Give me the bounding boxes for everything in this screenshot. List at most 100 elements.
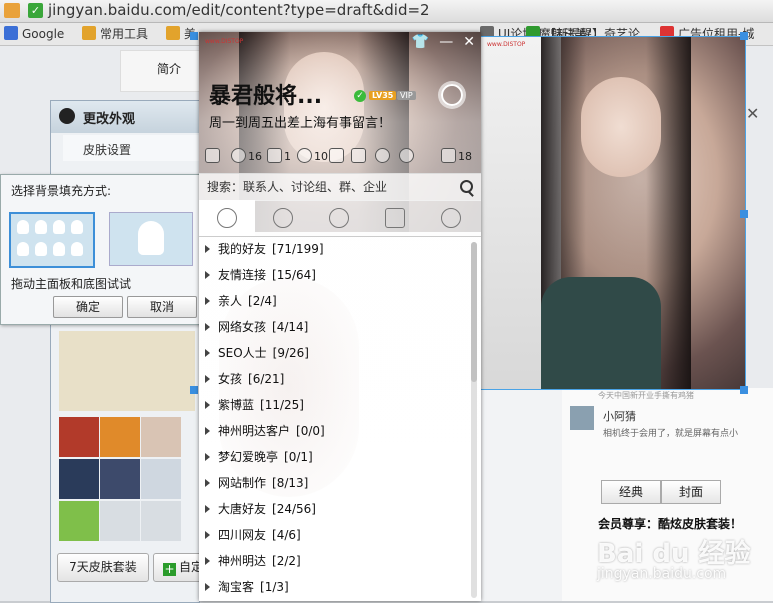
bookmark-tools[interactable]: 常用工具 xyxy=(82,26,148,42)
nickname[interactable]: 暴君般将... xyxy=(209,78,322,110)
contact-group-row[interactable]: 大唐好友 [24/56] xyxy=(205,498,316,520)
resize-handle[interactable] xyxy=(740,210,748,218)
contact-group-row[interactable]: 四川网友 [4/6] xyxy=(205,524,301,546)
url-text[interactable]: jingyan.baidu.com/edit/content?type=draf… xyxy=(48,1,430,19)
contact-group-row[interactable]: 友情连接 [15/64] xyxy=(205,264,316,286)
skin-thumb-bridge[interactable] xyxy=(100,459,140,499)
close-icon[interactable]: ✕ xyxy=(746,104,759,123)
tab-skin-settings[interactable]: 皮肤设置 xyxy=(63,135,199,161)
bookmark-google[interactable]: Google xyxy=(4,26,64,42)
tab-classic[interactable]: 经典 xyxy=(601,480,661,504)
group-name: 网络女孩 xyxy=(218,320,267,334)
expand-arrow-icon[interactable] xyxy=(205,427,210,435)
skin-image-preview[interactable]: www.DISTOP xyxy=(480,36,746,390)
shopping-cart-icon[interactable] xyxy=(329,148,346,166)
expand-arrow-icon[interactable] xyxy=(205,271,210,279)
contact-group-row[interactable]: 紫博蓝 [11/25] xyxy=(205,394,304,416)
tab-cover[interactable]: 封面 xyxy=(661,480,721,504)
cancel-button[interactable]: 取消 xyxy=(127,296,197,318)
minimize-icon[interactable]: — xyxy=(439,34,453,50)
group-count: [2/2] xyxy=(272,554,301,568)
tab-contacts[interactable] xyxy=(199,200,255,236)
contact-group-row[interactable]: 网站制作 [8/13] xyxy=(205,472,308,494)
expand-arrow-icon[interactable] xyxy=(205,349,210,357)
wallet-icon[interactable] xyxy=(351,148,368,166)
contact-group-row[interactable]: 我的好友 [71/199] xyxy=(205,238,324,260)
resize-handle[interactable] xyxy=(740,32,748,40)
fill-mode-hint: 拖动主面板和底图试试 xyxy=(11,277,132,291)
vip-promo-text[interactable]: 会员尊享：酷炫皮肤套装！ xyxy=(598,515,742,532)
skin-preview-cartoon[interactable] xyxy=(59,331,195,411)
tab-discussions[interactable] xyxy=(367,200,423,236)
custom-skin-button[interactable]: + 自定 xyxy=(153,553,203,582)
group-name: 紫博蓝 xyxy=(218,398,255,412)
resize-handle[interactable] xyxy=(740,386,748,394)
star-icon[interactable] xyxy=(205,148,222,166)
contact-group-row[interactable]: 女孩 [6/21] xyxy=(205,368,284,390)
tab-favorites[interactable] xyxy=(255,200,311,236)
resize-handle[interactable] xyxy=(190,32,198,40)
fill-option-stretch[interactable] xyxy=(109,212,193,266)
group-count: [71/199] xyxy=(272,242,324,256)
page-tab-intro[interactable]: 简介 xyxy=(120,50,202,92)
money-bag-icon[interactable] xyxy=(375,148,392,166)
qzone-icon[interactable]: 16 xyxy=(231,148,262,166)
close-icon[interactable]: ✕ xyxy=(463,34,475,50)
skin-shirt-icon[interactable]: 👕 xyxy=(412,34,429,50)
browser-address-bar[interactable]: ✓ jingyan.baidu.com/edit/content?type=dr… xyxy=(0,0,773,23)
expand-arrow-icon[interactable] xyxy=(205,531,210,539)
folder-icon xyxy=(82,26,96,40)
skin-thumb-empty[interactable] xyxy=(141,501,181,541)
scrollbar-thumb[interactable] xyxy=(471,242,477,382)
expand-arrow-icon[interactable] xyxy=(205,245,210,253)
mail-icon[interactable]: 1 xyxy=(267,148,291,166)
group-count: [4/14] xyxy=(272,320,309,334)
skin-thumb-sunset[interactable] xyxy=(100,417,140,457)
search-icon[interactable] xyxy=(460,180,473,193)
signature[interactable]: 周一到周五出差上海有事留言！ xyxy=(209,112,391,131)
contact-group-row[interactable]: 梦幻爱晚亭 [0/1] xyxy=(205,446,313,468)
expand-arrow-icon[interactable] xyxy=(205,323,210,331)
vip-badge[interactable]: VIP xyxy=(397,91,416,100)
resize-handle[interactable] xyxy=(190,386,198,394)
tenpay-icon[interactable]: 10 xyxy=(297,148,328,166)
expand-arrow-icon[interactable] xyxy=(205,375,210,383)
online-status-icon[interactable]: ✓ xyxy=(354,90,366,102)
skin-thumb-grass[interactable] xyxy=(59,501,99,541)
skin-thumb-city[interactable] xyxy=(59,459,99,499)
qq-penguin-icon xyxy=(59,108,75,124)
message-box-icon[interactable]: 18 xyxy=(441,148,472,166)
skin-thumb-empty[interactable] xyxy=(141,459,181,499)
contact-group-row[interactable]: 神州明达 [2/2] xyxy=(205,550,301,572)
navigation-icon[interactable] xyxy=(399,148,416,166)
level-badge[interactable]: LV35 xyxy=(369,91,397,100)
qq-brand: www.DISTOP xyxy=(205,38,244,45)
weather-sun-icon[interactable] xyxy=(441,84,463,106)
expand-arrow-icon[interactable] xyxy=(205,401,210,409)
expand-arrow-icon[interactable] xyxy=(205,479,210,487)
contact-group-row[interactable]: SEO人士 [9/26] xyxy=(205,342,309,364)
skin-thumb-empty[interactable] xyxy=(100,501,140,541)
skin-dialog-header: 更改外观 xyxy=(51,101,199,133)
contact-group-row[interactable]: 亲人 [2/4] xyxy=(205,290,277,312)
expand-arrow-icon[interactable] xyxy=(205,453,210,461)
skin-dialog-title: 更改外观 xyxy=(83,112,136,127)
ok-button[interactable]: 确定 xyxy=(53,296,123,318)
skin-thumb-bird[interactable] xyxy=(59,417,99,457)
fill-option-tile[interactable] xyxy=(9,212,95,268)
contact-group-row[interactable]: 淘宝客 [1/3] xyxy=(205,576,289,598)
expand-arrow-icon[interactable] xyxy=(205,583,210,591)
scrollbar[interactable] xyxy=(471,242,477,598)
contact-group-row[interactable]: 网络女孩 [4/14] xyxy=(205,316,308,338)
trial-skin-button[interactable]: 7天皮肤套装 xyxy=(57,553,149,582)
expand-arrow-icon[interactable] xyxy=(205,297,210,305)
tab-recent[interactable] xyxy=(423,200,479,236)
tab-groups[interactable] xyxy=(311,200,367,236)
expand-arrow-icon[interactable] xyxy=(205,557,210,565)
group-name: 友情连接 xyxy=(218,268,267,282)
chat-icon xyxy=(385,208,405,228)
expand-arrow-icon[interactable] xyxy=(205,505,210,513)
skin-thumb-cat[interactable] xyxy=(141,417,181,457)
contact-group-row[interactable]: 神州明达客户 [0/0] xyxy=(205,420,325,442)
search-input[interactable] xyxy=(207,178,447,196)
